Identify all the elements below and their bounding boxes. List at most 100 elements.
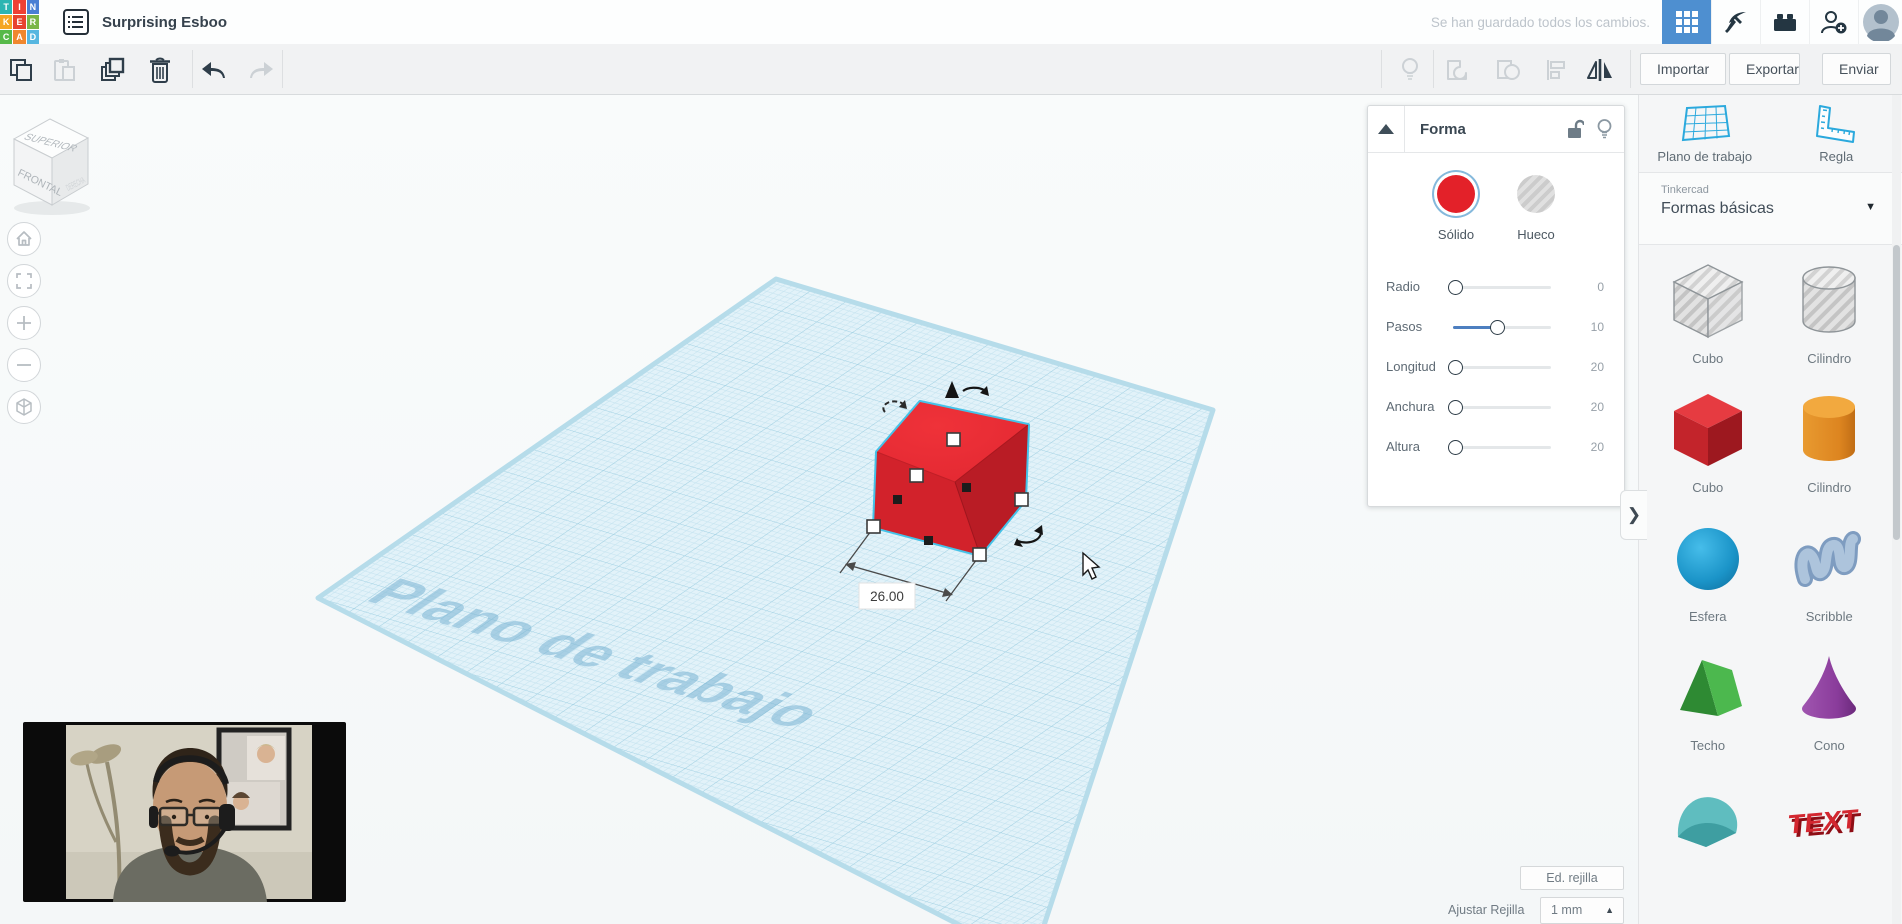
slider-track[interactable] (1448, 280, 1551, 295)
shape-tile-cono[interactable]: Cono (1769, 646, 1891, 753)
slider-handle[interactable] (1448, 280, 1464, 295)
shape-label: Techo (1690, 738, 1726, 753)
dimension-field[interactable]: 26.00 (858, 582, 916, 610)
logo-tile: T (0, 0, 13, 14)
shape-tile-scribble[interactable]: Scribble (1769, 517, 1891, 624)
hole-option[interactable]: Hueco (1517, 175, 1555, 242)
shape-tile-texto[interactable]: TEXT TEXT (1769, 775, 1891, 867)
copy-button[interactable] (3, 52, 39, 88)
slider-track[interactable] (1448, 360, 1551, 375)
brick-export-button[interactable] (1760, 0, 1809, 44)
paste-icon (54, 59, 75, 81)
app-grid-button[interactable] (1662, 0, 1711, 44)
shape-label: Cono (1813, 738, 1845, 753)
solid-option[interactable]: Sólido (1437, 175, 1475, 242)
shape-parameters: Radio 0 Pasos 10 Longitud 20 Anchura 20 … (1368, 268, 1624, 468)
grid-icon (1675, 11, 1698, 33)
duplicate-button[interactable] (95, 52, 131, 88)
logo-tile: N (26, 0, 39, 14)
tinkercad-logo[interactable]: TINKERCAD (0, 0, 39, 44)
shape-label: Cubo (1692, 480, 1724, 495)
group-button[interactable] (1440, 52, 1476, 88)
send-to-button[interactable]: Enviar a (1822, 53, 1891, 107)
undo-button[interactable] (196, 52, 232, 88)
lightbulb-icon[interactable] (1597, 119, 1612, 139)
caret-down-icon: ▼ (1865, 201, 1876, 213)
workplane-tool[interactable]: Plano de trabajo (1639, 95, 1771, 172)
slider-handle[interactable] (1448, 400, 1464, 415)
shape-tile-cilindro-naranja[interactable]: Cilindro (1769, 388, 1891, 495)
export-button[interactable]: Exportar (1729, 53, 1800, 85)
unlock-icon[interactable] (1567, 119, 1584, 139)
toolbar-separator (1630, 50, 1631, 88)
duplicate-icon (101, 57, 125, 81)
edit-grid-button[interactable]: Ed. rejilla (1520, 866, 1624, 890)
sidebar-collapse-tab[interactable]: ❯ (1620, 490, 1647, 540)
zoom-in-button[interactable] (7, 306, 41, 340)
import-button[interactable]: Importar (1640, 53, 1726, 85)
slider-longitud: Longitud 20 (1368, 348, 1624, 388)
slider-track[interactable] (1448, 400, 1551, 415)
slider-handle[interactable] (1448, 360, 1464, 375)
slider-track[interactable] (1453, 320, 1551, 335)
perspective-cube-icon (16, 398, 32, 416)
invite-button[interactable] (1809, 0, 1858, 44)
shape-tile-techo-redondeado[interactable] (1647, 775, 1769, 867)
perspective-toggle-button[interactable] (7, 390, 41, 424)
hole-swatch (1517, 175, 1555, 213)
ruler-icon (1816, 104, 1856, 143)
show-all-button[interactable] (1392, 52, 1428, 88)
align-button[interactable] (1538, 52, 1574, 88)
ungroup-button[interactable] (1490, 52, 1526, 88)
tinkercad-app: { "topbar": { "logo_letters": ["T","I","… (0, 0, 1902, 924)
toolbar-separator (1381, 50, 1382, 88)
slider-track[interactable] (1448, 440, 1551, 455)
user-avatar[interactable] (1858, 0, 1902, 44)
redo-button[interactable] (243, 52, 279, 88)
inspector-header: Forma (1368, 105, 1624, 153)
slider-handle[interactable] (1489, 320, 1505, 335)
fit-view-button[interactable] (7, 264, 41, 298)
undo-icon (202, 62, 225, 78)
design-title: Surprising Esboo (102, 13, 228, 31)
slider-label: Radio (1386, 279, 1420, 294)
shape-category-dropdown[interactable]: Tinkercad Formas básicas ▼ (1639, 173, 1902, 245)
ungroup-icon (1497, 60, 1520, 80)
snap-grid-select[interactable]: 1 mm ▲ (1540, 897, 1624, 924)
mirror-button[interactable] (1582, 52, 1618, 88)
caret-up-icon: ▲ (1605, 905, 1614, 915)
snap-grid-value: 1 mm (1551, 903, 1583, 917)
shape-tile-cilindro-transparente[interactable]: Cilindro (1769, 259, 1891, 366)
slider-altura: Altura 20 (1368, 428, 1624, 468)
inspector-collapse-button[interactable] (1368, 105, 1405, 153)
home-view-button[interactable] (7, 222, 41, 256)
workplane[interactable]: Plano de trabajo (315, 276, 1216, 924)
logo-tile: A (13, 30, 26, 44)
toolbar-separator (282, 50, 283, 88)
add-person-icon (1821, 11, 1847, 34)
paste-button[interactable] (46, 52, 82, 88)
shape-label: Esfera (1688, 609, 1727, 624)
shape-tile-esfera[interactable]: Esfera (1647, 517, 1769, 624)
view-cube[interactable]: SUPERIOR FRONTAL DERECHA (6, 113, 98, 222)
save-status: Se han guardado todos los cambios. (1430, 14, 1650, 30)
list-icon (68, 16, 83, 28)
shapes-sidebar: Plano de trabajo Regla Tinkercad Formas … (1638, 95, 1902, 924)
group-icon (1447, 60, 1467, 80)
inspector-title: Forma (1420, 120, 1466, 138)
slider-handle[interactable] (1448, 440, 1464, 455)
delete-button[interactable] (142, 52, 178, 88)
slider-label: Longitud (1386, 359, 1436, 374)
workplane-icon (1681, 104, 1730, 141)
minecraft-export-button[interactable] (1711, 0, 1760, 44)
dimension-value: 26.00 (870, 589, 904, 604)
shape-tile-cubo-transparente[interactable]: Cubo (1647, 259, 1769, 366)
design-properties-button[interactable] (63, 9, 89, 35)
shape-tile-techo[interactable]: Techo (1647, 646, 1769, 753)
ruler-tool[interactable]: Regla (1771, 95, 1902, 172)
scrollbar-thumb[interactable] (1893, 245, 1900, 540)
shape-tile-cubo-rojo[interactable]: Cubo (1647, 388, 1769, 495)
plus-icon (17, 316, 31, 330)
zoom-out-button[interactable] (7, 348, 41, 382)
logo-tile: D (26, 30, 39, 44)
